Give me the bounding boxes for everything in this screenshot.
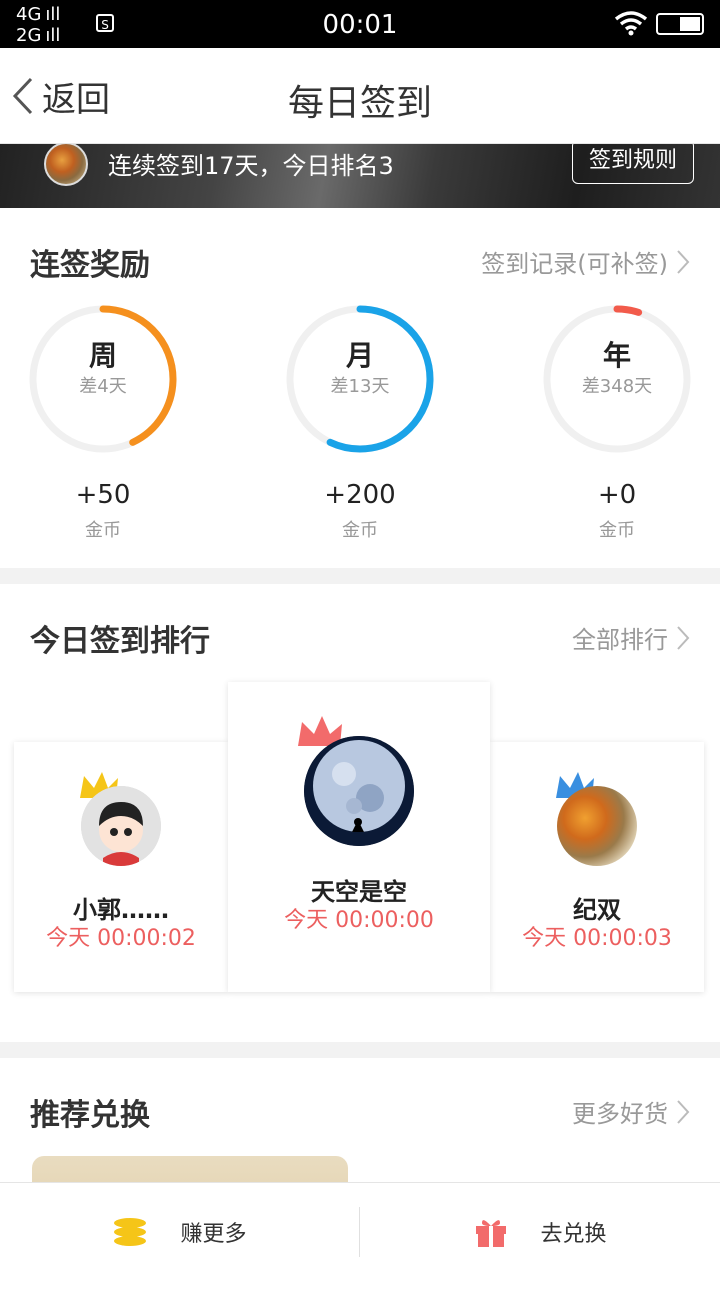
ring-remaining: 差13天 [330,376,390,397]
more-goods-label: 更多好货 [572,1100,668,1128]
reward-month: +200 金币 [285,480,435,542]
rank-card-3[interactable]: 纪双 今天 00:00:03 [490,742,704,992]
nav-bar: 返回 每日签到 [0,48,720,144]
reward-unit: 金币 [85,520,121,541]
ring-remaining: 差348天 [581,376,653,397]
page-title: 每日签到 [287,83,432,124]
ranking-section: 今日签到排行 全部排行 小郭…… 今天 00:00:02 纪双 今天 00:00… [0,584,720,1042]
rank-card-1[interactable]: 天空是空 今天 00:00:00 [228,682,490,992]
ring-month: 月 差13天 [285,304,435,454]
ring-label: 年 [602,339,631,372]
ring-remaining: 差4天 [79,376,127,397]
coins-icon [114,1218,147,1246]
avatar [304,736,414,846]
streak-summary: 连续签到17天，今日排名3 [108,152,394,180]
checkin-record-link[interactable]: 签到记录(可补签) [481,244,690,279]
earn-more-label: 赚更多 [180,1222,247,1247]
ring-week: 周 差4天 [28,304,178,454]
avatar [557,786,637,866]
streak-rewards-section: 连签奖励 签到记录(可补签) 周 差4天 +50 金币 月 差13天 +200 … [0,208,720,568]
wifi-icon [614,10,648,40]
chevron-right-icon [677,249,690,274]
redeem-button[interactable]: 去兑换 [361,1183,720,1281]
chevron-right-icon [677,1099,690,1124]
redeem-label: 去兑换 [540,1222,607,1247]
all-ranking-link[interactable]: 全部排行 [572,620,690,655]
avatar [81,786,161,866]
chevron-right-icon [677,625,690,650]
reward-amount: +0 [597,480,637,510]
all-ranking-label: 全部排行 [572,626,668,654]
bottom-bar: 赚更多 去兑换 [0,1182,720,1280]
checkin-record-label: 签到记录(可补签) [481,250,668,278]
reward-amount: +50 [75,480,131,510]
checkin-banner: 连续签到17天，今日排名3 签到规则 [0,144,720,208]
section-title: 今日签到排行 [30,624,210,659]
more-goods-link[interactable]: 更多好货 [572,1094,690,1129]
gift-icon [476,1220,507,1247]
rank-time: 今天 00:00:03 [522,926,672,951]
divider [359,1207,360,1257]
reward-unit: 金币 [342,520,378,541]
ring-label: 周 [88,339,117,372]
reward-amount: +200 [324,480,396,510]
checkin-rules-button[interactable]: 签到规则 [572,144,694,184]
reward-week: +50 金币 [28,480,178,542]
ring-year: 年 差348天 [542,304,692,454]
ring-label: 月 [345,339,374,372]
section-title: 连签奖励 [30,248,150,283]
status-time: 00:01 [322,10,398,40]
section-title: 推荐兑换 [30,1098,150,1133]
status-bar: 4G ıll 2G ıll S 00:01 [0,0,720,48]
rank-time: 今天 00:00:02 [46,926,196,951]
reward-year: +0 金币 [542,480,692,542]
reward-unit: 金币 [599,520,635,541]
earn-more-button[interactable]: 赚更多 [0,1183,359,1281]
rank-card-2[interactable]: 小郭…… 今天 00:00:02 [14,742,228,992]
rank-time: 今天 00:00:00 [284,908,434,933]
battery-icon [656,13,704,35]
user-avatar[interactable] [44,144,88,186]
